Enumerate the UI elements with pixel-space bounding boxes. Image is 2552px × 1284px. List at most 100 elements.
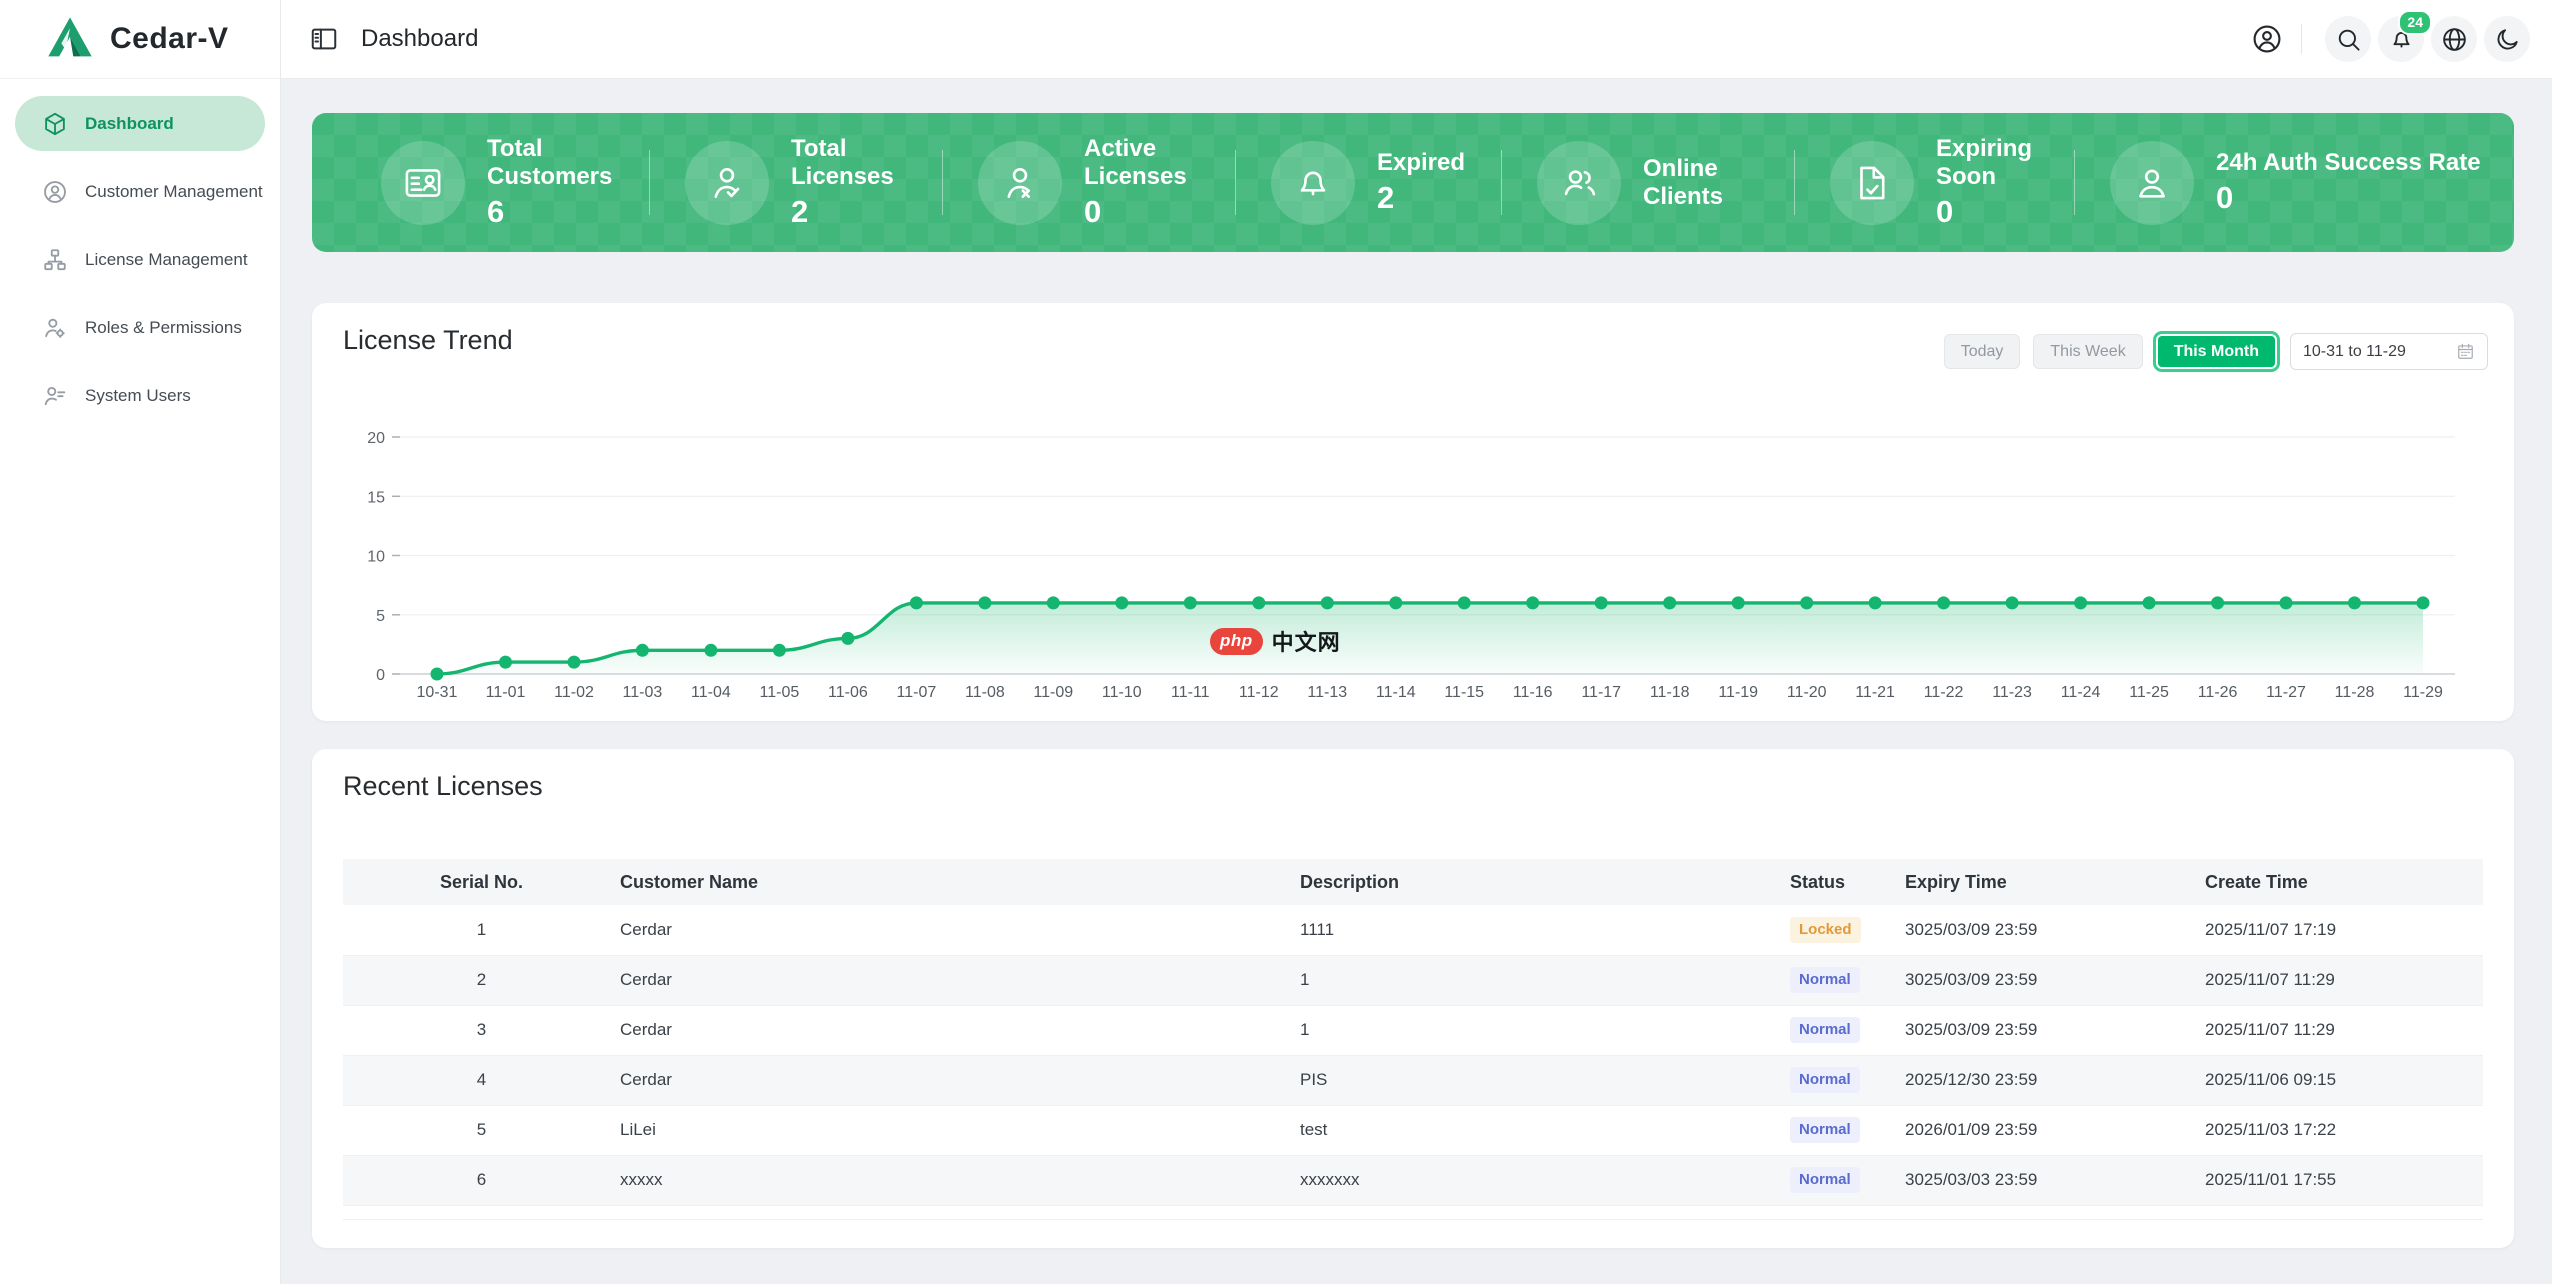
table-row: 6xxxxxxxxxxxxNormal3025/03/03 23:592025/…	[343, 1155, 2483, 1205]
status-badge: Locked	[1790, 917, 1861, 943]
status-badge: Normal	[1790, 1167, 1860, 1193]
data-point[interactable]	[704, 644, 717, 657]
column-header: Create Time	[2205, 859, 2483, 905]
column-header: Status	[1790, 859, 1905, 905]
data-point[interactable]	[568, 656, 581, 669]
x-axis-label: 11-19	[1718, 684, 1758, 701]
php-badge: php	[1210, 628, 1263, 655]
logo[interactable]: Cedar-V	[0, 0, 280, 79]
data-point[interactable]	[2417, 596, 2430, 609]
data-point[interactable]	[1595, 596, 1608, 609]
id-card-icon	[402, 162, 444, 204]
sidebar-item-customer-management[interactable]: Customer Management	[15, 164, 265, 219]
data-point[interactable]	[1663, 596, 1676, 609]
cell-serial: 6	[343, 1155, 620, 1205]
bell-button[interactable]: 24	[2378, 16, 2424, 62]
sidebar-item-roles-permissions[interactable]: Roles & Permissions	[15, 300, 265, 355]
sidebar-item-label: System Users	[85, 386, 191, 406]
stat-value: 2	[1377, 180, 1465, 216]
stat-active-licenses: Active Licenses0	[942, 113, 1235, 252]
data-point[interactable]	[1869, 596, 1882, 609]
data-point[interactable]	[2006, 596, 2019, 609]
status-badge: Normal	[1790, 1017, 1860, 1043]
topbar-divider	[2301, 24, 2302, 54]
table-row: 3Cerdar1Normal3025/03/09 23:592025/11/07…	[343, 1005, 2483, 1055]
data-point[interactable]	[431, 668, 444, 681]
sidebar-collapse-icon[interactable]	[309, 24, 339, 54]
table-row: 4CerdarPISNormal2025/12/30 23:592025/11/…	[343, 1055, 2483, 1105]
data-point[interactable]	[636, 644, 649, 657]
cell-serial: 5	[343, 1105, 620, 1155]
x-axis-label: 11-16	[1513, 684, 1553, 701]
data-point[interactable]	[1389, 596, 1402, 609]
cell-created: 2025/11/07 17:19	[2205, 905, 2483, 955]
data-point[interactable]	[1458, 596, 1471, 609]
data-point[interactable]	[1800, 596, 1813, 609]
x-axis-label: 11-17	[1581, 684, 1621, 701]
cell-serial: 1	[343, 905, 620, 955]
cell-customer: Cerdar	[620, 1005, 1300, 1055]
trend-chart[interactable]: 0510152010-3111-0111-0211-0311-0411-0511…	[312, 303, 2514, 721]
sidebar-item-license-management[interactable]: License Management	[15, 232, 265, 287]
x-axis-label: 10-31	[417, 684, 458, 701]
cell-serial: 2	[343, 955, 620, 1005]
stat-value: 6	[487, 194, 649, 230]
sidebar-item-label: Dashboard	[85, 114, 174, 134]
data-point[interactable]	[1732, 596, 1745, 609]
x-axis-label: 11-22	[1924, 684, 1964, 701]
data-point[interactable]	[1115, 596, 1128, 609]
moon-button[interactable]	[2484, 16, 2530, 62]
data-point[interactable]	[1252, 596, 1265, 609]
stat-expired: Expired 2	[1235, 113, 1501, 252]
column-header: Serial No.	[343, 859, 620, 905]
cell-expiry: 2025/12/30 23:59	[1905, 1055, 2205, 1105]
stat-total-licenses: Total Licenses2	[649, 113, 942, 252]
cell-serial: 3	[343, 1005, 620, 1055]
y-axis-label: 5	[376, 608, 385, 625]
data-point[interactable]	[1937, 596, 1950, 609]
x-axis-label: 11-29	[2403, 684, 2443, 701]
user-avatar-icon[interactable]	[2251, 23, 2283, 55]
x-axis-label: 11-11	[1171, 684, 1210, 701]
status-badge: Normal	[1790, 1067, 1860, 1093]
user-check-icon	[685, 141, 769, 225]
cell-customer: Cerdar	[620, 955, 1300, 1005]
x-axis-label: 11-18	[1650, 684, 1690, 701]
data-point[interactable]	[1321, 596, 1334, 609]
column-header: Description	[1300, 859, 1790, 905]
sidebar-item-label: Roles & Permissions	[85, 318, 242, 338]
stat-online-clients: Online Clients	[1501, 113, 1794, 252]
sidebar-item-dashboard[interactable]: Dashboard	[15, 96, 265, 151]
roles-permissions-icon	[42, 315, 68, 341]
x-axis-label: 11-03	[623, 684, 663, 701]
data-point[interactable]	[1047, 596, 1060, 609]
search-button[interactable]	[2325, 16, 2371, 62]
data-point[interactable]	[1526, 596, 1539, 609]
data-point[interactable]	[841, 632, 854, 645]
data-point[interactable]	[978, 596, 991, 609]
data-point[interactable]	[2143, 596, 2156, 609]
stats-banner: Total Customers6Total Licenses2Active Li…	[312, 113, 2514, 252]
recent-licenses-card: Recent Licenses Serial No.Customer NameD…	[312, 749, 2514, 1248]
sidebar-item-system-users[interactable]: System Users	[15, 368, 265, 423]
stat-value: 0	[1936, 194, 2074, 230]
cell-customer: LiLei	[620, 1105, 1300, 1155]
system-users-icon	[42, 383, 68, 409]
data-point[interactable]	[2280, 596, 2293, 609]
table-footer-strip	[343, 1206, 2483, 1220]
data-point[interactable]	[499, 656, 512, 669]
data-point[interactable]	[2211, 596, 2224, 609]
cell-description: test	[1300, 1105, 1790, 1155]
user-icon	[2131, 162, 2173, 204]
globe-button[interactable]	[2431, 16, 2477, 62]
user-icon	[2110, 141, 2194, 225]
data-point[interactable]	[2348, 596, 2361, 609]
user-x-icon	[999, 162, 1041, 204]
data-point[interactable]	[1184, 596, 1197, 609]
x-axis-label: 11-21	[1855, 684, 1895, 701]
data-point[interactable]	[773, 644, 786, 657]
data-point[interactable]	[2074, 596, 2087, 609]
stat-label: Expired	[1377, 149, 1465, 177]
stat-total-customers: Total Customers6	[312, 113, 649, 252]
data-point[interactable]	[910, 596, 923, 609]
